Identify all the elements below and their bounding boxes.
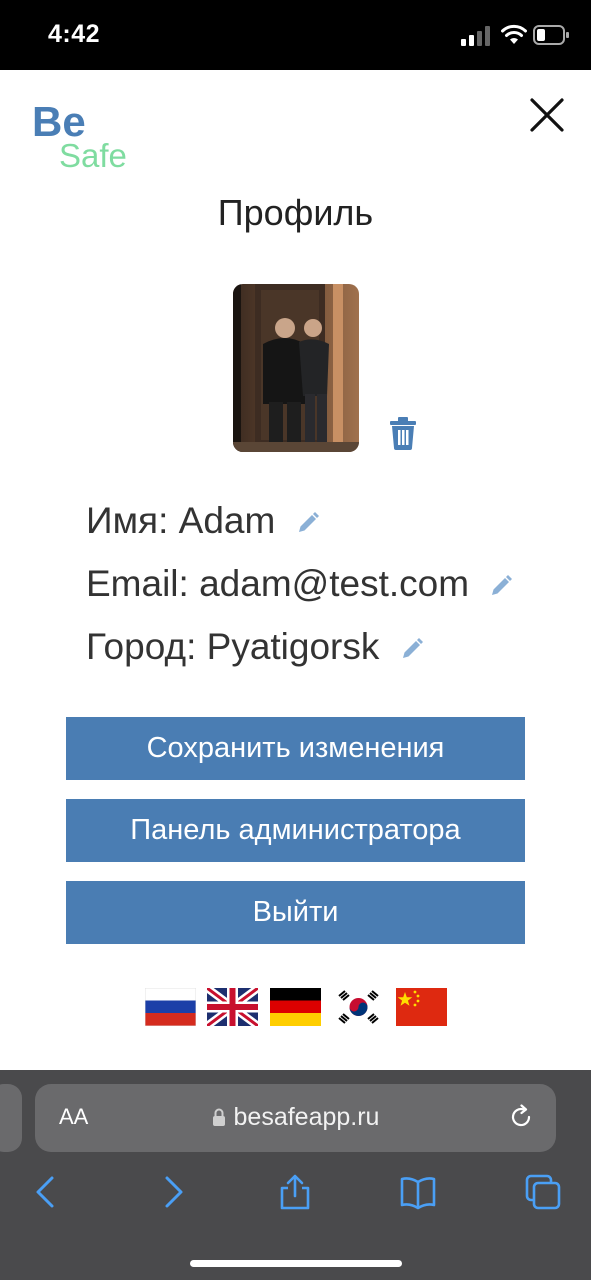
status-time: 4:42 [48,20,101,48]
lock-icon [212,1108,225,1126]
email-value: adam@test.com [199,563,470,604]
bookmarks-icon[interactable] [400,1174,436,1210]
korean-flag-icon[interactable] [333,988,384,1026]
save-changes-button[interactable]: Сохранить изменения [66,717,525,780]
profile-city-row: Город: Pyatigorsk [86,626,424,668]
address-bar[interactable]: AA besafeapp.ru [35,1084,556,1152]
logout-button[interactable]: Выйти [66,881,525,944]
avatar-photo[interactable] [233,284,359,452]
previous-tab-stub[interactable] [0,1084,22,1152]
profile-name-row: Имя: Adam [86,500,320,542]
reload-icon[interactable] [508,1104,534,1130]
status-bar: 4:42 [0,0,591,70]
battery-icon [533,25,569,45]
url-text: besafeapp.ru [233,1103,380,1131]
name-label: Имя: [86,500,169,541]
logo-safe-text: Safe [59,137,127,174]
uk-flag-icon[interactable] [207,988,258,1026]
besafe-logo[interactable]: Be Safe [32,98,152,178]
wifi-icon [501,24,527,44]
language-selector [0,988,591,1028]
forward-chevron-icon[interactable] [155,1174,191,1210]
admin-panel-button[interactable]: Панель администратора [66,799,525,862]
share-icon[interactable] [277,1174,313,1210]
edit-email-pencil-icon[interactable] [489,574,513,598]
cellular-signal-icon [461,26,490,46]
edit-city-pencil-icon[interactable] [400,637,424,661]
edit-name-pencil-icon[interactable] [296,511,320,535]
russian-flag-icon[interactable] [145,988,196,1026]
tabs-icon[interactable] [525,1174,561,1210]
page-title: Профиль [217,192,374,233]
profile-page: Be Safe Профиль Имя: Adam Email: adam@te… [0,70,591,1070]
german-flag-icon[interactable] [270,988,321,1026]
city-value: Pyatigorsk [206,626,380,667]
back-chevron-icon[interactable] [28,1174,64,1210]
chinese-flag-icon[interactable] [396,988,447,1026]
delete-photo-icon[interactable] [388,416,418,450]
home-indicator[interactable] [190,1260,402,1267]
profile-email-row: Email: adam@test.com [86,563,513,605]
city-label: Город: [86,626,197,667]
close-icon[interactable] [528,96,566,134]
browser-chrome: AA besafeapp.ru [0,1070,591,1280]
name-value: Adam [178,500,276,541]
email-label: Email: [86,563,189,604]
url-display[interactable]: besafeapp.ru [35,1103,556,1132]
